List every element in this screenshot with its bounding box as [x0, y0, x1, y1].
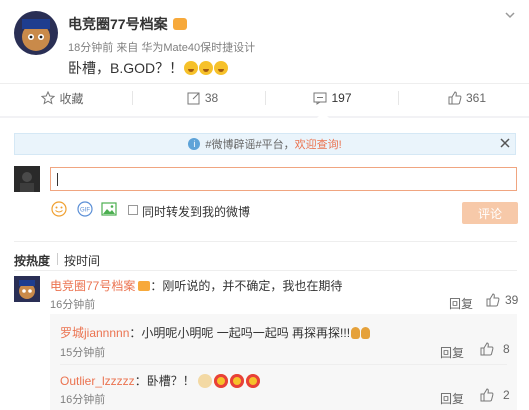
info-icon: i — [188, 138, 201, 150]
reply-author[interactable]: 罗城jiannnnn — [60, 324, 129, 341]
post-comment-button[interactable]: 评论 — [462, 202, 518, 224]
thumbs-up-icon — [480, 388, 494, 402]
reply-like-count: 8 — [503, 342, 510, 356]
comment-like-count: 39 — [505, 293, 519, 307]
ear-emoji-icon — [351, 326, 361, 339]
comment-time: 16分钟前 — [50, 299, 96, 311]
doge-emoji-icon — [197, 373, 212, 388]
forward-button[interactable]: 38 — [140, 84, 265, 112]
comment-author[interactable]: 电竞圈77号档案 — [50, 277, 135, 294]
shock-face-emoji-icon — [184, 61, 199, 75]
thumbs-up-icon — [448, 91, 462, 105]
reply-like-count: 2 — [503, 388, 510, 402]
post-menu-chevron-icon[interactable] — [504, 9, 516, 21]
sync-forward-checkbox[interactable] — [128, 205, 138, 215]
commenter-avatar[interactable] — [14, 276, 40, 302]
heart-eyes-emoji-icon — [245, 373, 260, 388]
sort-by-time-tab[interactable]: 按时间 — [64, 252, 100, 269]
reply-like-button[interactable]: 2 — [480, 388, 510, 402]
comment-text: ：刚听说的，并不确定，我也在期待 — [150, 279, 343, 293]
ear-emoji-icon — [361, 326, 371, 339]
comments-divider — [14, 270, 517, 271]
notice-link[interactable]: 欢迎查询! — [295, 136, 342, 152]
comment-reply-button[interactable]: 回复 — [449, 295, 473, 312]
gif-icon[interactable]: GIF — [77, 201, 93, 217]
action-separator — [398, 91, 399, 105]
comment-like-button[interactable]: 39 — [486, 293, 518, 307]
comment-count: 197 — [331, 91, 352, 105]
action-separator — [265, 91, 266, 105]
notice-text: #微博辟谣#平台， — [205, 139, 295, 151]
comment-input[interactable] — [50, 167, 517, 191]
sort-separator — [57, 253, 58, 265]
action-separator — [132, 91, 133, 105]
comment-icon — [313, 92, 327, 105]
emoji-icon[interactable] — [51, 201, 67, 217]
post-text: 卧槽，B.GOD？！ — [68, 60, 184, 76]
post-source[interactable]: 华为Mate40保时捷设计 — [141, 42, 255, 54]
fan-badge-icon — [172, 18, 187, 30]
forward-icon — [187, 92, 200, 105]
svg-text:GIF: GIF — [80, 208, 90, 214]
comment-button[interactable]: 197 — [270, 84, 395, 112]
sort-divider — [14, 241, 517, 242]
sort-by-hot-tab[interactable]: 按热度 — [14, 252, 50, 269]
shock-face-emoji-icon — [214, 61, 229, 75]
collect-button[interactable]: 收藏 — [0, 84, 125, 112]
like-count: 361 — [465, 91, 487, 105]
reply-like-button[interactable]: 8 — [480, 342, 510, 356]
post-source-prefix: 来自 — [116, 42, 139, 54]
notice-close-icon[interactable] — [499, 137, 511, 149]
text-caret — [57, 173, 58, 186]
heart-eyes-emoji-icon — [229, 373, 244, 388]
forward-count: 38 — [204, 91, 219, 105]
author-avatar[interactable] — [14, 11, 58, 55]
rumor-notice-banner: i #微博辟谣#平台， 欢迎查询! — [14, 133, 516, 155]
thumbs-up-icon — [486, 293, 500, 307]
post-time[interactable]: 18分钟前 — [68, 42, 113, 54]
heart-eyes-emoji-icon — [213, 373, 228, 388]
post-author-name[interactable]: 电竞圈77号档案 — [68, 14, 168, 34]
reply-text: ：卧槽？！ — [134, 374, 195, 388]
fan-badge-icon — [138, 280, 151, 291]
reply-text: ：小明呢小明呢 一起吗一起吗 再探再探!!! — [129, 326, 351, 340]
reply-time: 15分钟前 — [60, 347, 106, 359]
reply-time: 16分钟前 — [60, 394, 106, 406]
reply-author[interactable]: Outlier_lzzzzz — [60, 374, 135, 388]
sync-forward-label: 同时转发到我的微博 — [142, 205, 251, 219]
reply-reply-button[interactable]: 回复 — [440, 344, 464, 361]
reply-divider — [60, 364, 507, 365]
current-user-avatar[interactable] — [14, 166, 40, 192]
reply-reply-button[interactable]: 回复 — [440, 390, 464, 407]
shock-face-emoji-icon — [199, 61, 214, 75]
like-button[interactable]: 361 — [405, 84, 529, 112]
panel-pointer — [316, 112, 330, 119]
thumbs-up-icon — [480, 342, 494, 356]
star-icon — [41, 91, 56, 105]
collect-label: 收藏 — [59, 91, 84, 106]
image-icon[interactable] — [101, 201, 117, 217]
